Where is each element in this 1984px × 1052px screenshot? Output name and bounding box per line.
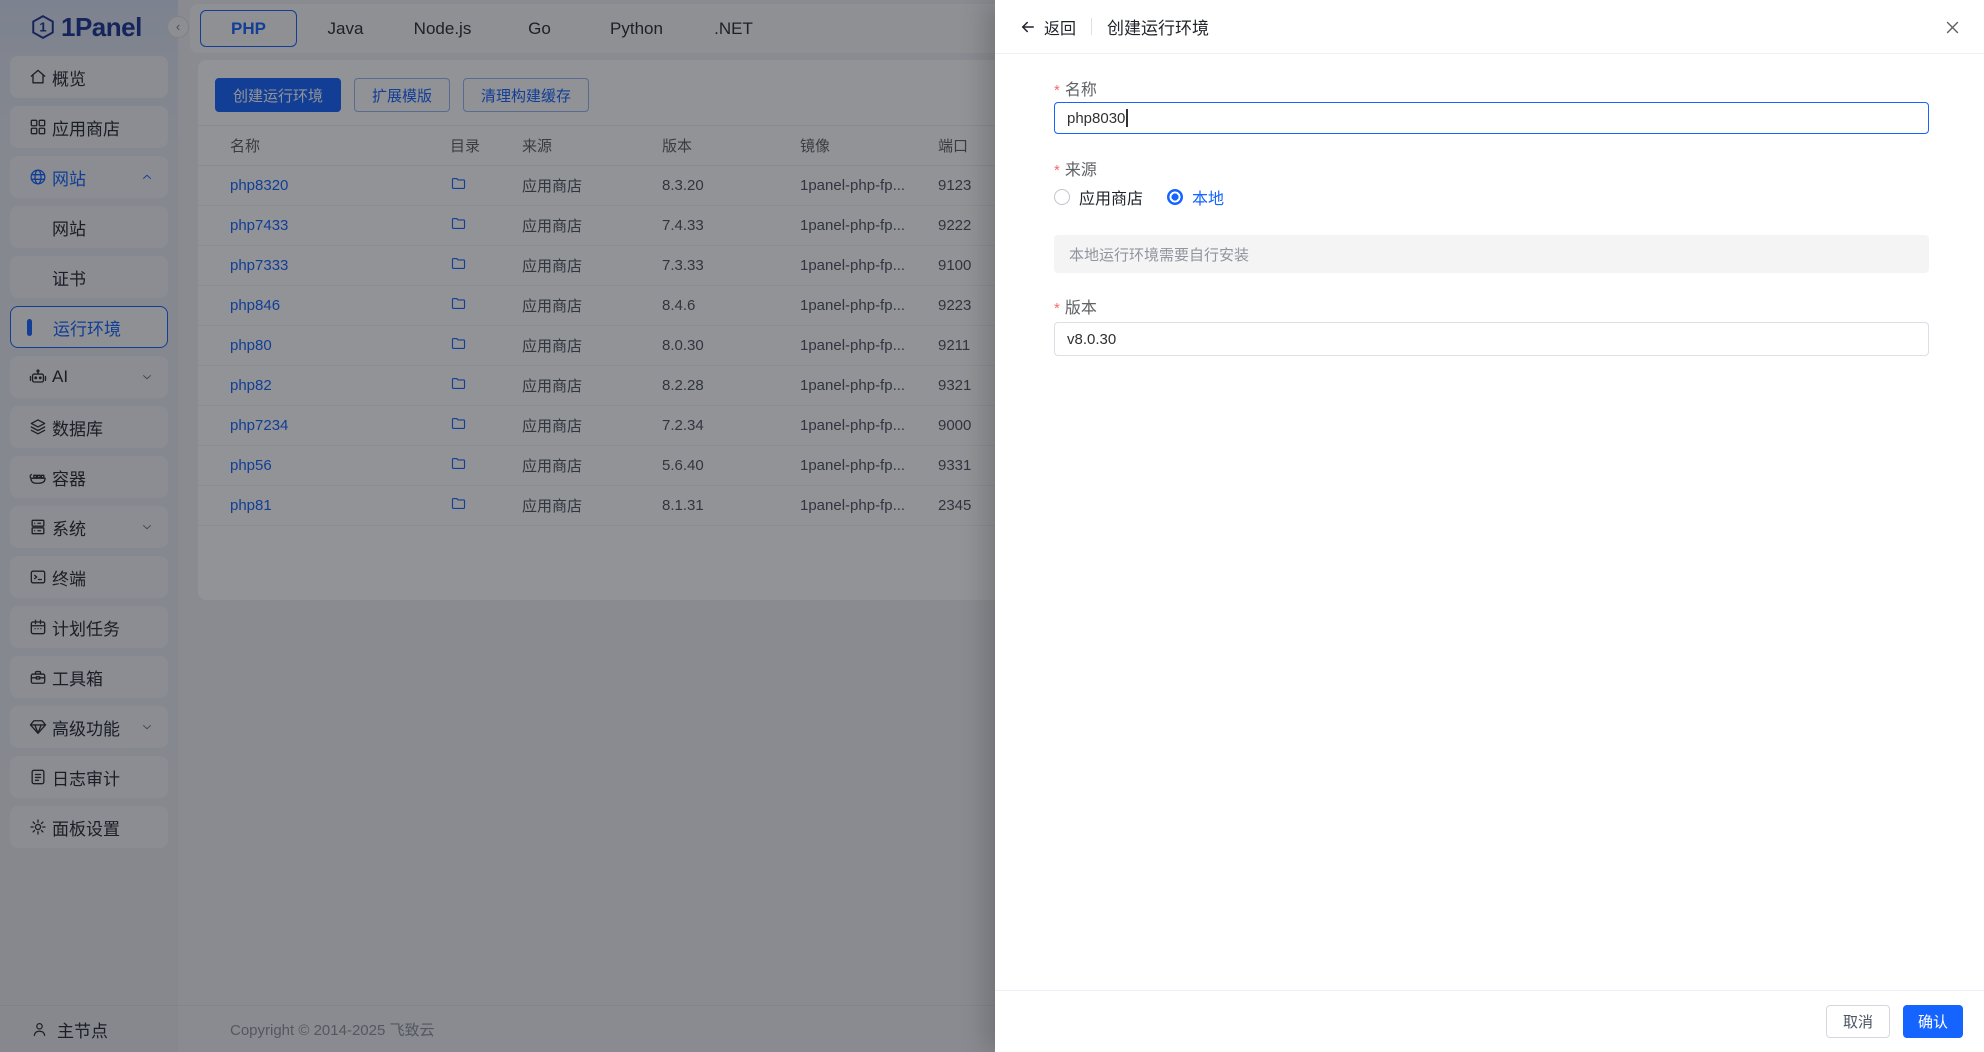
back-button[interactable]: 返回 [1019,15,1076,39]
radio-appstore[interactable] [1054,189,1070,205]
source-radio-group: 应用商店 本地 [1054,187,1929,207]
drawer-body: * 名称 php8030 * 来源 应用商店 本地 本地运行环境需要自行安装 *… [995,54,1984,990]
text-caret [1126,109,1128,127]
create-runtime-drawer: 返回 创建运行环境 * 名称 php8030 * 来源 应用商店 [995,0,1984,1052]
radio-local[interactable] [1167,189,1183,205]
close-icon[interactable] [1944,19,1961,36]
radio-appstore-label[interactable]: 应用商店 [1079,185,1143,209]
arrow-left-icon [1019,18,1037,36]
name-input[interactable]: php8030 [1054,102,1929,134]
local-install-notice: 本地运行环境需要自行安装 [1054,235,1929,273]
drawer-footer: 取消 确认 [995,990,1984,1052]
name-field-label: * 名称 [1054,76,1929,93]
drawer-header: 返回 创建运行环境 [995,0,1984,54]
required-asterisk: * [1054,82,1060,99]
required-asterisk: * [1054,162,1060,179]
source-field-label: * 来源 [1054,156,1929,173]
header-divider [1091,18,1092,35]
version-select[interactable]: v8.0.30 [1054,322,1929,356]
back-label: 返回 [1044,15,1076,39]
required-asterisk: * [1054,300,1060,317]
version-field-label: * 版本 [1054,294,1929,311]
radio-local-label[interactable]: 本地 [1192,185,1224,209]
app-root: 1 1Panel 概览应用商店网站网站证书运行环境AI数据库容器系统终端计划任务… [0,0,1984,1052]
drawer-title: 创建运行环境 [1107,14,1209,39]
cancel-button[interactable]: 取消 [1826,1005,1890,1038]
confirm-button[interactable]: 确认 [1903,1005,1963,1038]
